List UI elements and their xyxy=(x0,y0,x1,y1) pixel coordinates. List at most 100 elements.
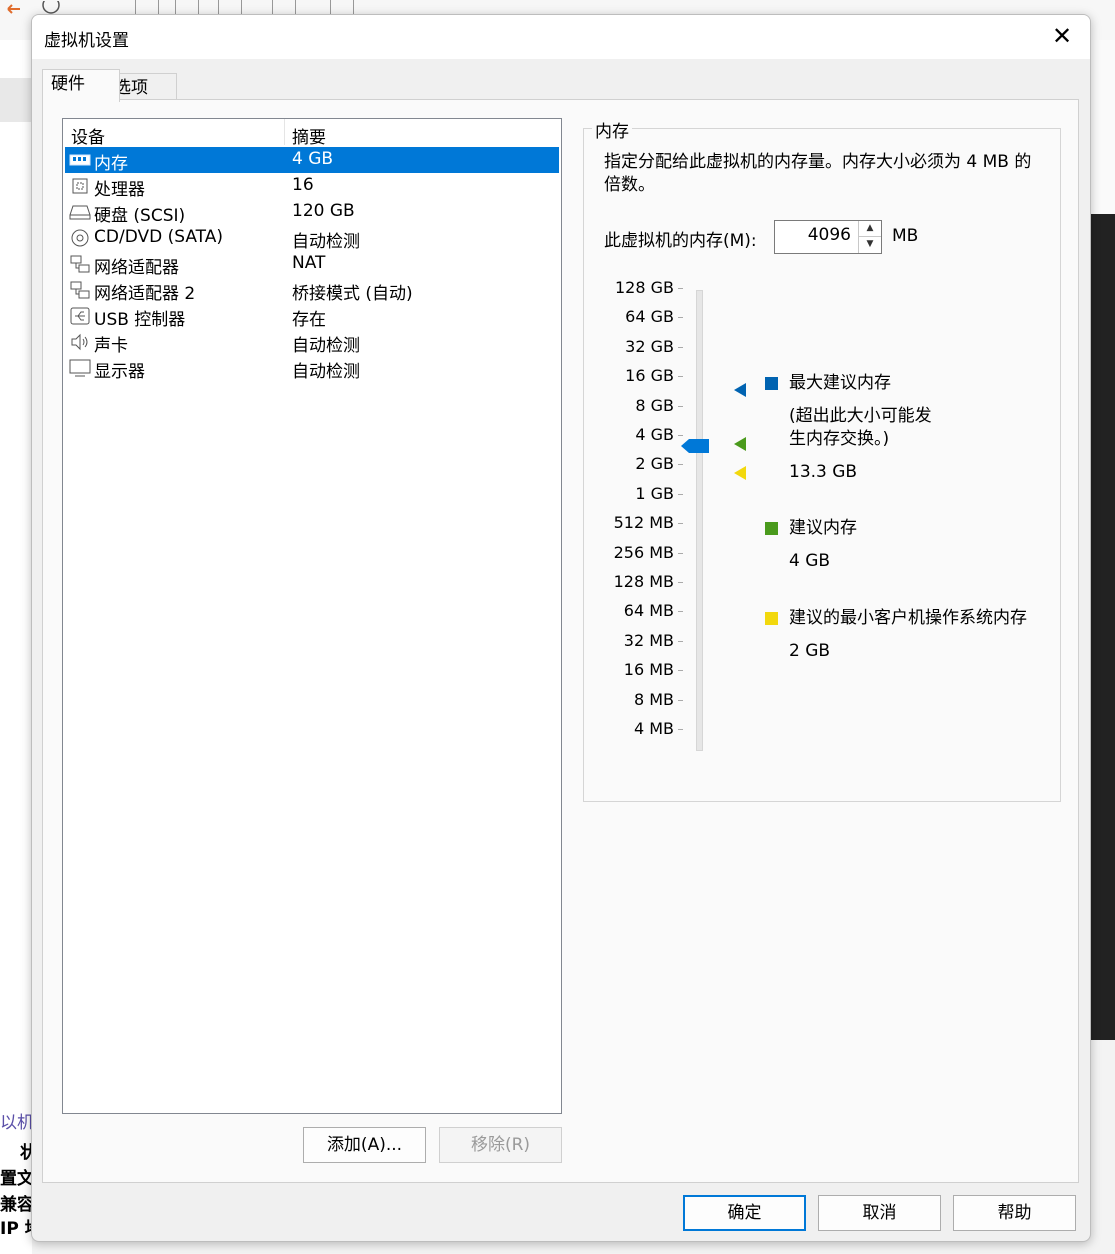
scale-tick-mark xyxy=(678,376,683,378)
device-row-hard-disk[interactable]: 硬盘 (SCSI) 120 GB xyxy=(65,199,559,226)
device-summary: 存在 xyxy=(292,310,326,330)
scale-tick-mark xyxy=(678,582,683,583)
memory-slider-track[interactable] xyxy=(696,290,703,751)
scale-tick-mark xyxy=(678,464,683,466)
scale-tick-mark xyxy=(678,317,683,319)
scale-tick-mark xyxy=(678,346,683,348)
device-name: 声卡 xyxy=(94,336,128,356)
tab-hardware[interactable]: 硬件 xyxy=(42,69,120,102)
device-name: 处理器 xyxy=(94,180,145,200)
device-summary: 自动检测 xyxy=(292,336,360,356)
tab-panel: 设备 摘要 内存 4 GB 处理器 16 硬盘 (SCSI) 120 GB CD… xyxy=(42,99,1079,1183)
recommended-value: 4 GB xyxy=(789,551,831,571)
scale-tick-label: 32 GB xyxy=(625,336,674,356)
max-recommended-swatch xyxy=(765,377,778,390)
scale-tick-label: 32 MB xyxy=(623,630,674,650)
device-name: USB 控制器 xyxy=(94,310,186,330)
minimum-swatch xyxy=(765,612,778,625)
close-icon: ✕ xyxy=(1051,22,1073,50)
scale-tick-label: 128 MB xyxy=(613,572,674,591)
column-header-device[interactable]: 设备 xyxy=(71,123,105,148)
column-header-summary[interactable]: 摘要 xyxy=(292,123,326,148)
memory-group: 内存 指定分配给此虚拟机的内存量。内存大小必须为 4 MB 的倍数。 此虚拟机的… xyxy=(583,117,1061,802)
device-summary: 自动检测 xyxy=(292,232,360,252)
column-divider[interactable] xyxy=(284,119,285,145)
remove-button[interactable]: 移除(R) xyxy=(439,1127,562,1163)
device-row-network-adapter[interactable]: 网络适配器 NAT xyxy=(65,251,559,278)
minimum-marker xyxy=(734,466,746,480)
ok-button[interactable]: 确定 xyxy=(683,1195,806,1231)
fullscreen-icon xyxy=(330,0,354,15)
scale-tick-mark xyxy=(678,640,683,642)
scale-tick-mark xyxy=(678,670,683,672)
cancel-button[interactable]: 取消 xyxy=(818,1195,941,1231)
max-recommended-value: 13.3 GB xyxy=(789,462,858,482)
device-name: 硬盘 (SCSI) xyxy=(94,206,186,226)
display-icon xyxy=(69,359,91,377)
scale-tick-label: 64 MB xyxy=(623,601,674,621)
recommended-marker xyxy=(734,437,746,451)
memory-unit: MB xyxy=(892,226,919,246)
background-sidebar xyxy=(0,40,32,1254)
scale-tick-mark xyxy=(678,435,683,436)
memory-size-input[interactable]: 4096 ▲ ▼ xyxy=(774,220,882,254)
device-row-processor[interactable]: 处理器 16 xyxy=(65,173,559,200)
memory-description: 指定分配给此虚拟机的内存量。内存大小必须为 4 MB 的倍数。 xyxy=(604,152,1032,195)
scale-tick-label: 8 MB xyxy=(633,689,674,709)
scale-tick-label: 512 MB xyxy=(613,513,674,533)
device-row-cd-dvd[interactable]: CD/DVD (SATA) 自动检测 xyxy=(65,225,559,252)
scale-tick-mark xyxy=(678,288,683,289)
device-summary: 4 GB xyxy=(292,149,334,169)
add-button[interactable]: 添加(A)... xyxy=(303,1127,426,1163)
scale-tick-label: 1 GB xyxy=(635,483,674,503)
spin-up-button[interactable]: ▲ xyxy=(859,221,881,237)
max-recommended-note: (超出此大小可能发生内存交换。) xyxy=(789,406,932,449)
memory-spinner[interactable]: ▲ ▼ xyxy=(858,221,881,253)
usb-icon xyxy=(69,307,91,325)
scale-tick-mark xyxy=(678,611,683,613)
background-label: 置文 xyxy=(0,1169,34,1189)
sound-icon xyxy=(69,333,91,351)
max-recommended-marker xyxy=(734,383,746,397)
scale-tick-label: 16 GB xyxy=(625,366,674,386)
device-row-usb-controller[interactable]: USB 控制器 存在 xyxy=(65,303,559,330)
max-recommended-title: 最大建议内存 xyxy=(789,373,891,393)
device-list[interactable]: 设备 摘要 内存 4 GB 处理器 16 硬盘 (SCSI) 120 GB CD… xyxy=(62,118,562,1114)
device-name: 内存 xyxy=(94,154,128,174)
device-row-display[interactable]: 显示器 自动检测 xyxy=(65,355,559,382)
device-row-sound-card[interactable]: 声卡 自动检测 xyxy=(65,329,559,356)
memory-field-label: 此虚拟机的内存(M): xyxy=(604,231,757,251)
dialog-title: 虚拟机设置 xyxy=(44,31,129,51)
scale-tick-label: 256 MB xyxy=(613,542,674,562)
scale-tick-label: 8 GB xyxy=(635,395,674,415)
stretch-icon xyxy=(218,0,242,15)
scale-tick-mark xyxy=(678,493,683,495)
scale-tick-mark xyxy=(678,523,683,525)
device-summary: 自动检测 xyxy=(292,362,360,382)
scale-tick-label: 4 MB xyxy=(633,719,674,738)
device-name: 网络适配器 xyxy=(94,258,179,278)
device-row-memory[interactable]: 内存 4 GB xyxy=(65,147,559,174)
cd-dvd-icon xyxy=(69,229,91,247)
scale-tick-mark xyxy=(678,729,683,730)
scale-tick-label: 128 GB xyxy=(615,278,674,297)
background-right-panel xyxy=(1090,40,1115,214)
vm-settings-dialog: 虚拟机设置 ✕ 硬件 选项 设备 摘要 内存 4 GB 处理器 16 硬盘 (S… xyxy=(31,14,1091,1242)
memory-group-title: 内存 xyxy=(592,117,632,142)
network-adapter-icon xyxy=(69,255,91,273)
minimum-value: 2 GB xyxy=(789,641,831,661)
scale-tick-mark xyxy=(678,405,683,407)
title-bar: 虚拟机设置 ✕ xyxy=(32,15,1090,59)
spin-down-button[interactable]: ▼ xyxy=(859,237,881,252)
device-list-header: 设备 摘要 xyxy=(63,119,561,148)
back-arrow-icon xyxy=(6,0,28,14)
scale-tick-label: 64 GB xyxy=(625,307,674,327)
background-label: 以机 xyxy=(0,1113,34,1133)
memory-slider-thumb[interactable] xyxy=(681,438,711,453)
device-summary: 桥接模式 (自动) xyxy=(292,284,413,304)
hard-disk-icon xyxy=(69,203,91,221)
device-row-network-adapter-2[interactable]: 网络适配器 2 桥接模式 (自动) xyxy=(65,277,559,304)
close-button[interactable]: ✕ xyxy=(1048,23,1076,51)
help-button[interactable]: 帮助 xyxy=(953,1195,1076,1231)
device-name: 网络适配器 2 xyxy=(94,284,196,304)
